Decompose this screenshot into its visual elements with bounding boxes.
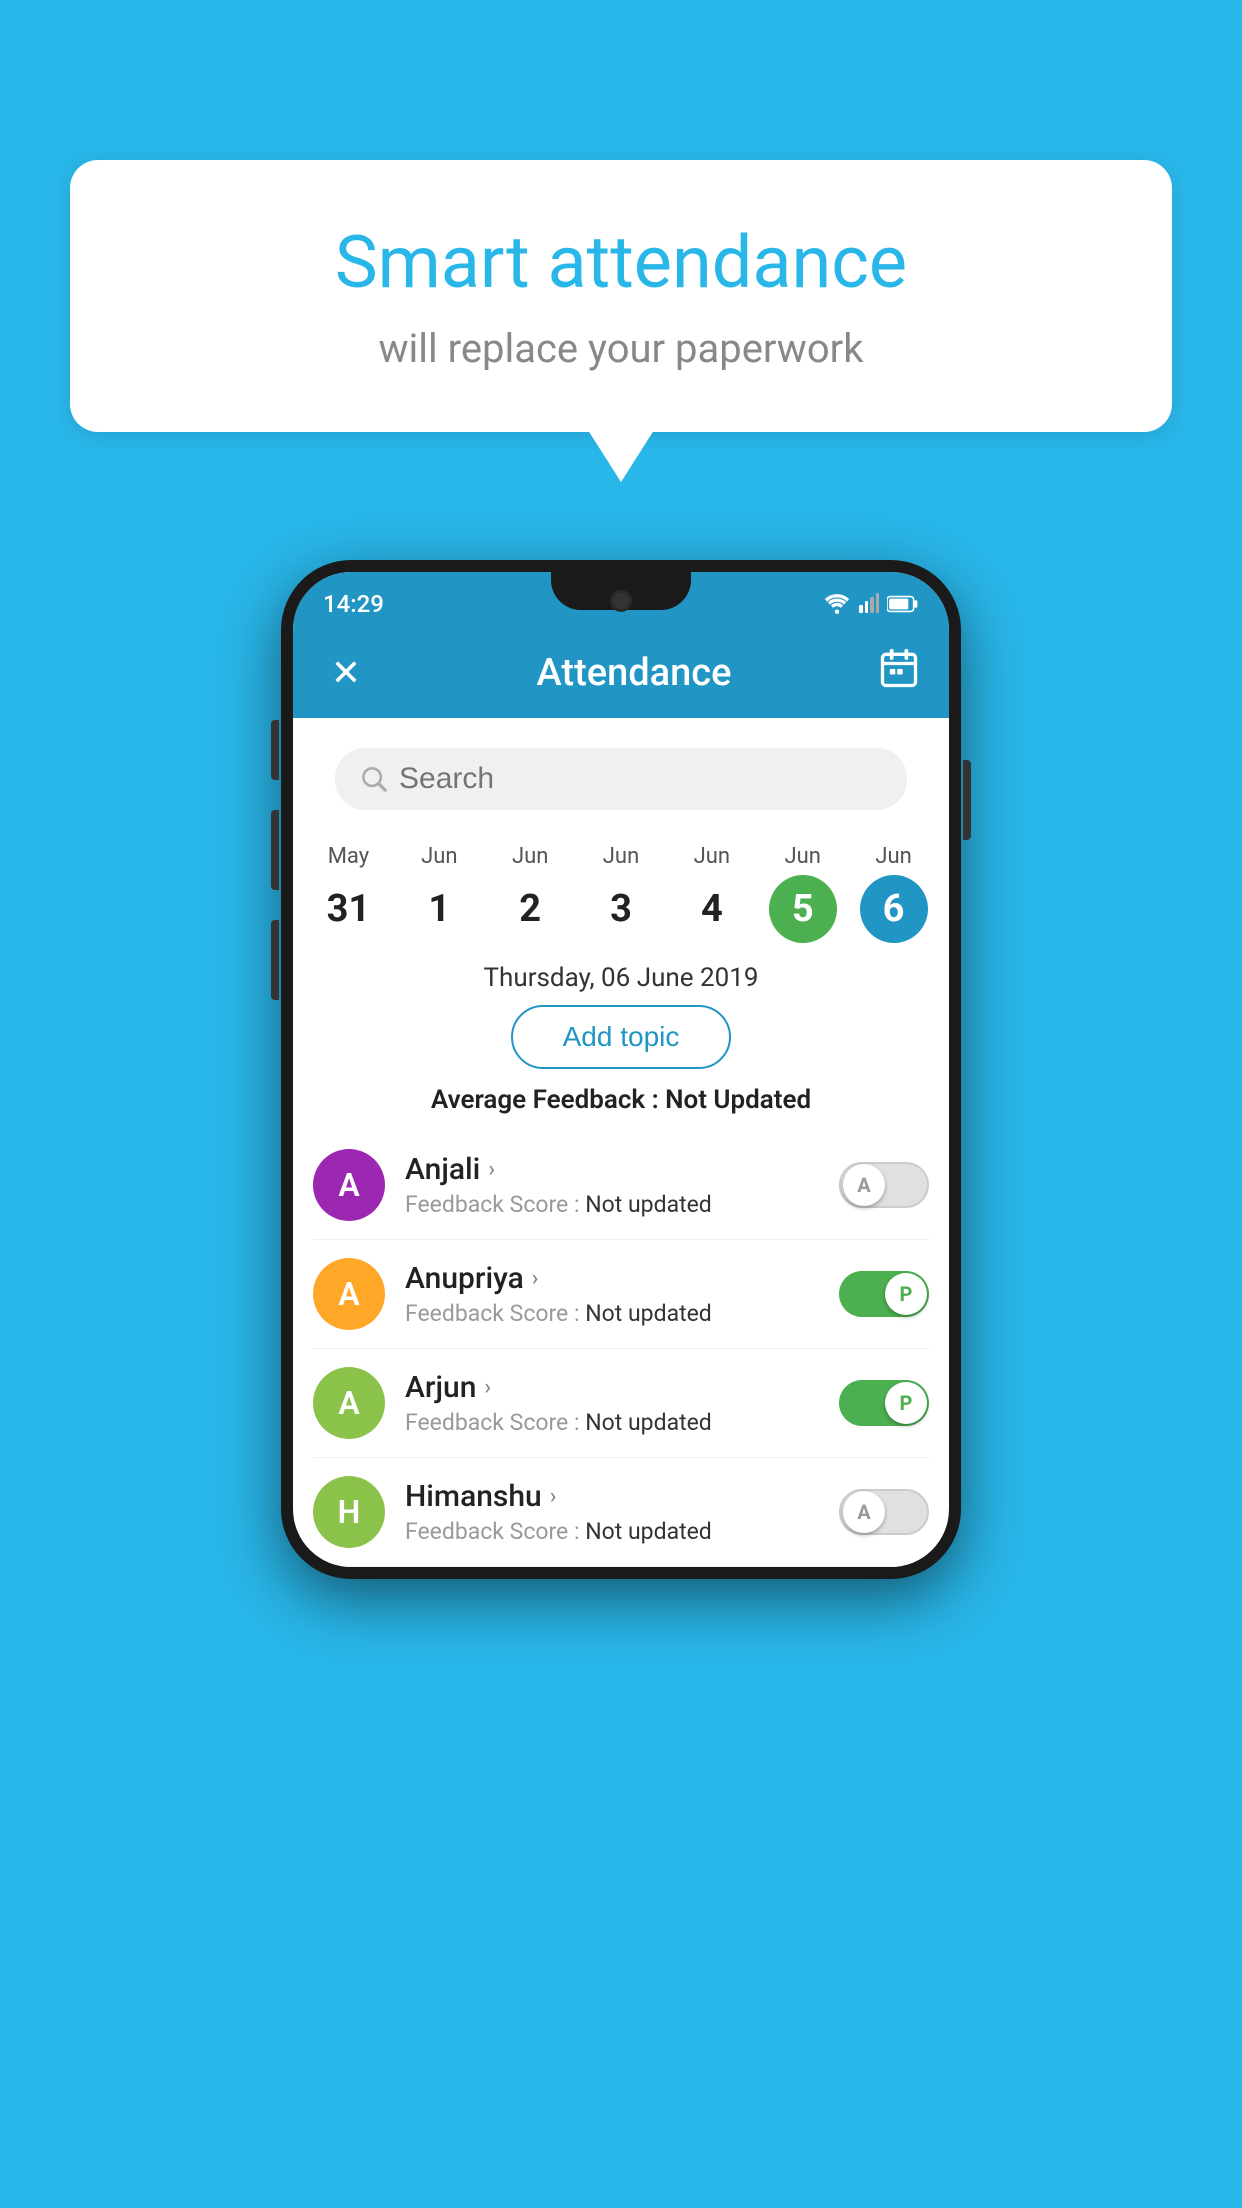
calendar-strip: May31Jun1Jun2Jun3Jun4Jun5Jun6 — [293, 834, 949, 943]
phone-camera — [610, 590, 632, 612]
student-feedback: Feedback Score : Not updated — [405, 1518, 839, 1545]
calendar-day[interactable]: Jun4 — [666, 844, 757, 943]
calendar-day[interactable]: Jun6 — [848, 844, 939, 943]
search-icon — [359, 764, 389, 794]
calendar-day[interactable]: Jun2 — [485, 844, 576, 943]
student-name: Anupriya › — [405, 1261, 839, 1296]
signal-icon — [859, 595, 879, 613]
phone-volume-down-button — [271, 810, 279, 890]
student-feedback: Feedback Score : Not updated — [405, 1409, 839, 1436]
student-name: Himanshu › — [405, 1479, 839, 1514]
battery-icon — [887, 595, 919, 613]
close-button[interactable]: ✕ — [321, 652, 371, 694]
search-input[interactable] — [399, 762, 883, 796]
phone-power-button — [963, 760, 971, 840]
status-icons — [823, 593, 919, 615]
student-avatar: A — [313, 1367, 385, 1439]
add-topic-button[interactable]: Add topic — [511, 1005, 732, 1069]
avg-feedback-value: Not Updated — [665, 1085, 811, 1115]
attendance-toggle[interactable]: P — [839, 1271, 929, 1317]
speech-bubble-container: Smart attendance will replace your paper… — [70, 160, 1172, 432]
student-avatar: H — [313, 1476, 385, 1548]
avg-feedback: Average Feedback : Not Updated — [293, 1085, 949, 1115]
attendance-toggle[interactable]: P — [839, 1380, 929, 1426]
student-avatar: A — [313, 1258, 385, 1330]
phone-screen: 14:29 — [293, 572, 949, 1567]
avg-feedback-label: Average Feedback : — [431, 1085, 665, 1115]
phone-volume-up-button — [271, 720, 279, 780]
selected-date-label: Thursday, 06 June 2019 — [293, 943, 949, 1005]
attendance-toggle[interactable]: A — [839, 1489, 929, 1535]
speech-subtitle: will replace your paperwork — [140, 325, 1102, 372]
student-item[interactable]: A Arjun › Feedback Score : Not updatedP — [313, 1349, 929, 1458]
chevron-right-icon: › — [488, 1157, 495, 1182]
speech-bubble: Smart attendance will replace your paper… — [70, 160, 1172, 432]
student-item[interactable]: H Himanshu › Feedback Score : Not updatedA — [313, 1458, 929, 1567]
chevron-right-icon: › — [550, 1484, 557, 1509]
add-topic-button-container: Add topic — [293, 1005, 949, 1069]
wifi-icon — [823, 593, 851, 615]
student-feedback: Feedback Score : Not updated — [405, 1191, 839, 1218]
calendar-day[interactable]: Jun5 — [757, 844, 848, 943]
phone-frame: 14:29 — [281, 560, 961, 1579]
calendar-day[interactable]: May31 — [303, 844, 394, 943]
app-bar: ✕ Attendance — [293, 628, 949, 718]
student-item[interactable]: AAnjali ›Feedback Score : Not updatedA — [313, 1131, 929, 1240]
student-name: Arjun › — [405, 1370, 839, 1405]
calendar-day[interactable]: Jun3 — [576, 844, 667, 943]
phone-notch — [551, 572, 691, 610]
chevron-right-icon: › — [532, 1266, 539, 1291]
chevron-right-icon: › — [484, 1375, 491, 1400]
phone-container: 14:29 — [281, 560, 961, 1579]
calendar-day[interactable]: Jun1 — [394, 844, 485, 943]
student-avatar: A — [313, 1149, 385, 1221]
student-name: Anjali › — [405, 1152, 839, 1187]
attendance-toggle[interactable]: A — [839, 1162, 929, 1208]
student-item[interactable]: A Anupriya › Feedback Score : Not updatedP — [313, 1240, 929, 1349]
phone-mute-button — [271, 920, 279, 1000]
speech-title: Smart attendance — [140, 220, 1102, 305]
app-bar-title: Attendance — [391, 651, 877, 695]
student-feedback: Feedback Score : Not updated — [405, 1300, 839, 1327]
search-bar[interactable] — [335, 748, 907, 810]
student-list: AAnjali ›Feedback Score : Not updatedAAA… — [293, 1131, 949, 1567]
status-time: 14:29 — [323, 590, 384, 618]
calendar-icon[interactable] — [877, 647, 921, 700]
